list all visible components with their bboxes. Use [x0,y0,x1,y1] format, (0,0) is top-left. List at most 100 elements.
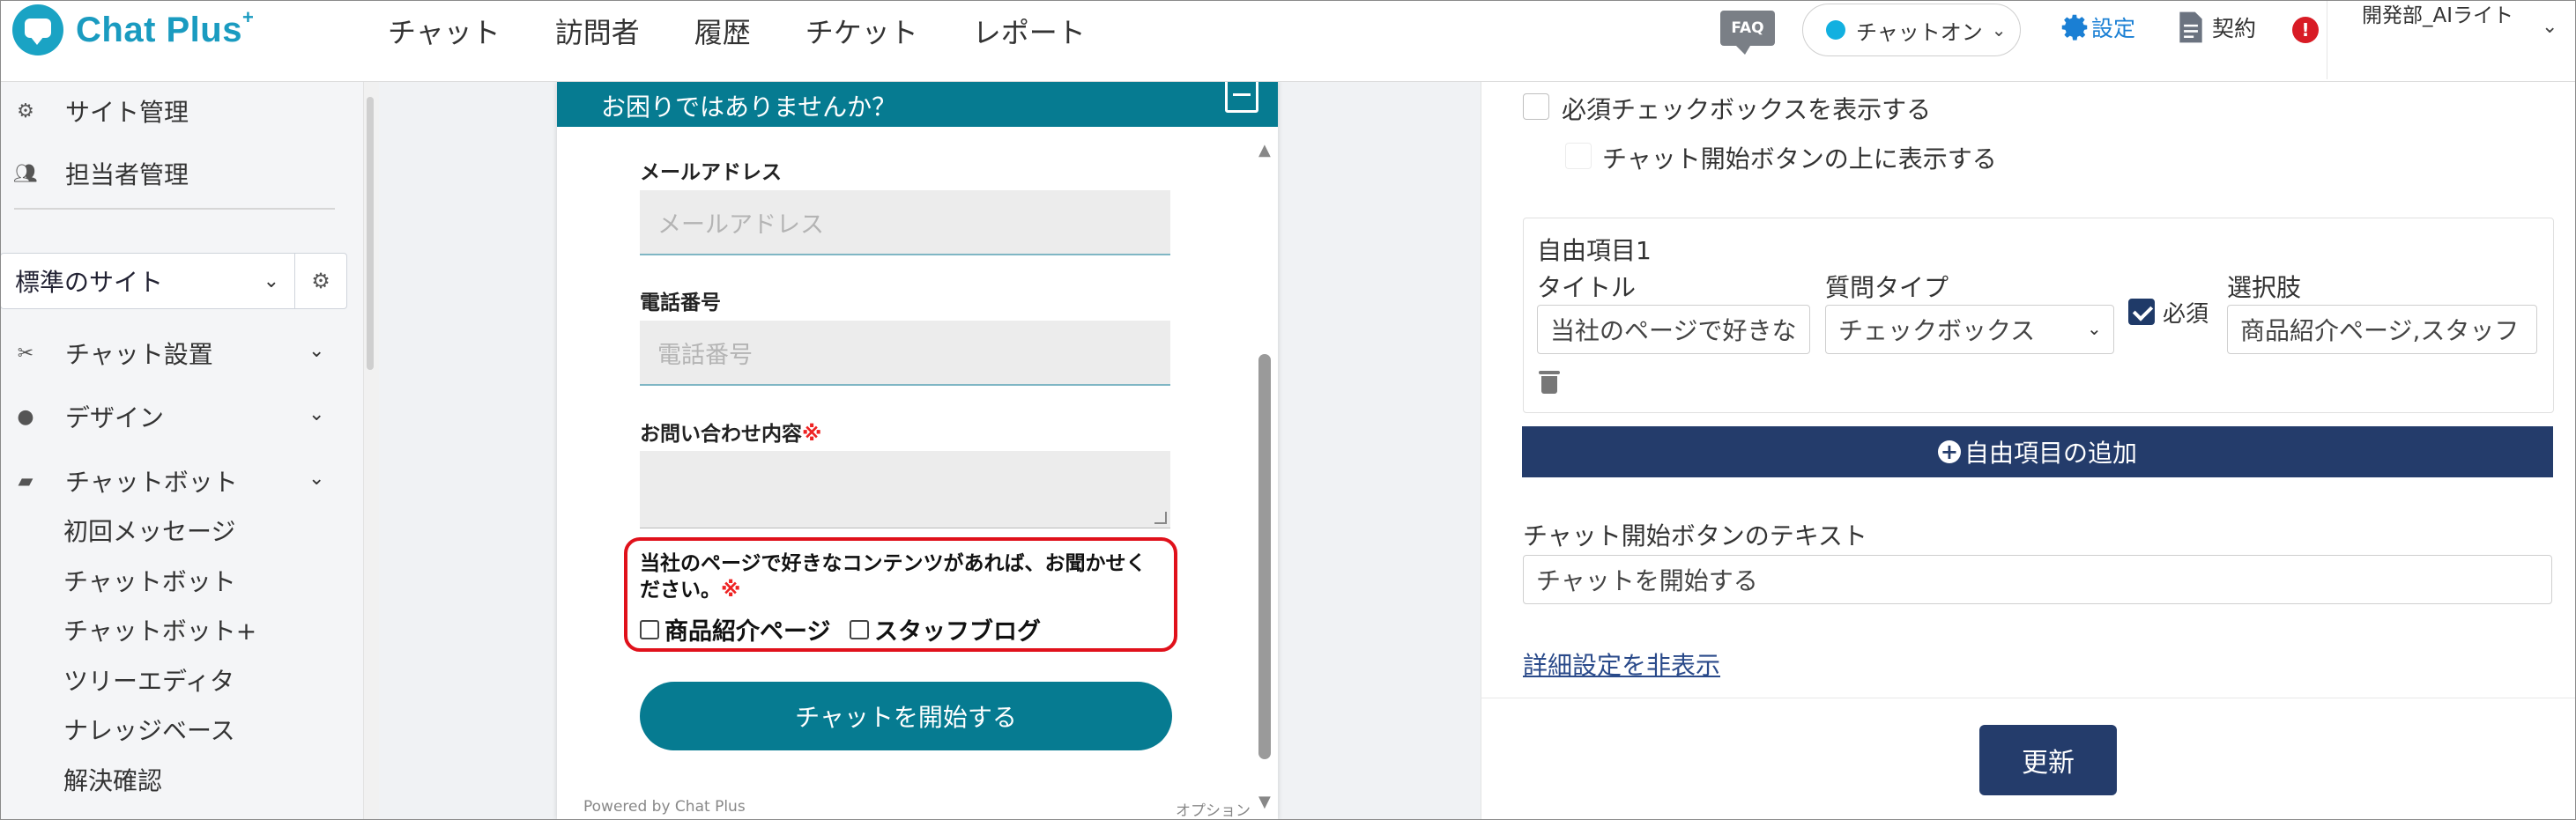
palette-icon: ● [17,405,34,428]
chevron-down-icon[interactable]: ⌄ [2087,318,2102,339]
chat-bubble-logo-icon [12,4,63,55]
brand-plus: + [241,6,254,28]
nav-chat[interactable]: チャット [388,11,501,51]
sidebar-item-label: デザイン [65,403,165,432]
brand-name: Chat Plus [76,10,242,49]
start-chat-button[interactable]: チャットを開始する [640,682,1172,750]
tools-icon: ✂ [17,342,34,365]
users-icon: 👥︎ [13,162,38,185]
chevron-down-icon[interactable]: ⌄ [2542,16,2557,38]
free-item-question: 当社のページで好きなコンテンツがあれば、お聞かせく ださい。※ [640,552,1147,602]
alert-icon[interactable]: ! [2292,17,2319,43]
nav-visitors[interactable]: 訪問者 [555,11,640,51]
widget-title: お困りではありませんか？ [601,92,897,122]
sidebar-subitem-knowledge-base[interactable]: ナレッジベース [63,712,235,747]
chevron-down-icon: ⌄ [263,270,279,292]
checkbox-icon[interactable] [850,619,869,639]
sidebar-item-staff-management[interactable]: 👥︎ 担当者管理 [13,156,189,191]
question-type-select[interactable]: チェックボックス [1825,305,2114,354]
document-icon [2179,11,2202,43]
sidebar [0,81,364,820]
email-field[interactable]: メールアドレス [640,190,1170,255]
sidebar-divider [14,208,335,210]
sidebar-item-label: チャット設置 [65,340,213,369]
phone-field[interactable]: 電話番号 [640,321,1170,386]
gear-icon: ⚙ [17,100,34,122]
settings-label: 設定 [2091,16,2136,41]
chevron-down-icon: ⌄ [1991,19,2007,41]
sidebar-item-chat-setup[interactable]: ✂ チャット設置 [16,336,213,371]
widget-header: お困りではありませんか？ [557,81,1278,127]
contract-link[interactable]: 契約 [2177,11,2256,44]
start-text-label: チャット開始ボタンのテキスト [1523,521,1867,550]
free-item-title-input[interactable]: 当社のページで好きな [1537,305,1810,354]
trash-icon[interactable] [1539,371,1560,394]
above-start-button-checkbox[interactable] [1565,143,1592,169]
sidebar-subitem-first-message[interactable]: 初回メッセージ [63,513,235,548]
question-type-label: 質問タイプ [1825,273,1949,302]
option-link[interactable]: オプション [1176,798,1251,820]
add-free-item-label: 自由項目の追加 [1964,439,2137,468]
phone-label: 電話番号 [640,292,721,314]
title-label: タイトル [1537,273,1637,302]
sidebar-item-chatbot[interactable]: ▰ チャットボット [16,463,238,499]
free-item-heading: 自由項目1 [1537,236,1652,265]
update-button[interactable]: 更新 [1979,725,2117,795]
site-select-value: 標準のサイト [15,268,164,297]
sidebar-item-label: サイト管理 [65,98,189,127]
scroll-down-icon[interactable]: ▼ [1258,793,1271,811]
choices-label: 選択肢 [2227,273,2302,302]
chevron-down-icon[interactable]: ⌄ [308,403,324,425]
inquiry-label: お問い合わせ内容※ [640,423,822,446]
option-label: 商品紹介ページ [664,618,831,646]
checkbox-icon[interactable] [640,619,659,639]
brand-logo[interactable]: Chat Plus + [12,4,254,55]
choices-input[interactable]: 商品紹介ページ,スタッフ [2227,305,2537,354]
site-select[interactable]: 標準のサイト ⌄ [0,253,296,309]
nav-history[interactable]: 履歴 [694,11,751,51]
inquiry-textarea[interactable] [640,451,1170,528]
sidebar-item-label: 担当者管理 [65,160,189,189]
sidebar-subitem-tree-editor[interactable]: ツリーエディタ [63,662,234,698]
faq-icon[interactable]: FAQ [1720,11,1775,55]
option-checkbox-product[interactable]: 商品紹介ページ [640,612,830,646]
status-text: チャットオン [1856,19,1983,45]
required-checkbox-label: 必須チェックボックスを表示する [1562,95,1932,124]
required-toggle-checkbox[interactable] [2128,299,2155,325]
main-nav: チャット 訪問者 履歴 チケット レポート [388,0,1140,62]
plus-icon: + [1937,440,1961,463]
nav-tickets[interactable]: チケット [805,11,918,51]
option-label: スタッフブログ [874,618,1041,646]
email-label: メールアドレス [640,161,782,184]
widget-scrollbar-thumb[interactable] [1258,354,1271,759]
chat-widget-preview: お困りではありませんか？ ▲ ▼ メールアドレス メールアドレス 電話番号 電話… [557,81,1278,820]
chat-status-dropdown[interactable]: チャットオン ⌄ [1802,4,2021,56]
start-text-input[interactable]: チャットを開始する [1523,555,2552,604]
chat-icon: ▰ [18,469,33,492]
nav-reports[interactable]: レポート [973,11,1086,51]
sidebar-subitem-chatbot-plus[interactable]: チャットボット+ [63,612,256,647]
chevron-down-icon[interactable]: ⌄ [308,468,324,490]
sidebar-item-design[interactable]: ● デザイン [16,399,164,434]
minimize-icon[interactable] [1225,81,1258,113]
scroll-up-icon[interactable]: ▲ [1258,141,1271,159]
powered-by-text: Powered by Chat Plus [583,798,746,816]
top-header: Chat Plus + チャット 訪問者 履歴 チケット レポート FAQ チャッ… [0,0,2576,82]
contract-label: 契約 [2212,16,2257,41]
required-label: 必須 [2163,301,2209,328]
sidebar-scrollbar-thumb[interactable] [367,97,374,370]
add-free-item-button[interactable]: + 自由項目の追加 [1522,426,2553,477]
hide-advanced-link[interactable]: 詳細設定を非表示 [1523,646,1720,682]
sidebar-item-site-management[interactable]: ⚙ サイト管理 [16,93,189,129]
sidebar-item-label: チャットボット [65,468,238,497]
status-dot-icon [1826,20,1845,40]
sidebar-subitem-chatbot[interactable]: チャットボット [63,563,236,598]
user-name[interactable]: 開発部_AIライト [2362,2,2547,30]
required-checkbox-toggle[interactable] [1523,93,1549,120]
chevron-down-icon[interactable]: ⌄ [308,340,324,362]
site-settings-gear-icon[interactable]: ⚙ [294,253,347,309]
gear-icon [2061,14,2088,41]
option-checkbox-staff-blog[interactable]: スタッフブログ [850,612,1041,646]
settings-link[interactable]: 設定 [2058,11,2135,44]
sidebar-subitem-resolution-check[interactable]: 解決確認 [63,762,162,797]
